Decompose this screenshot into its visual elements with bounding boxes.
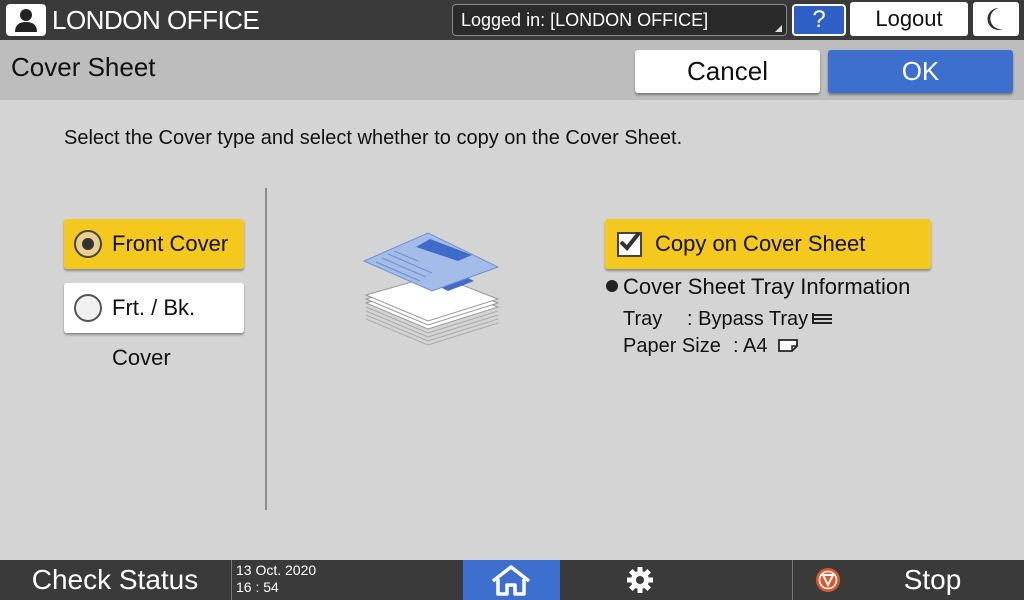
paper-size-label: Paper Size [623, 335, 721, 357]
office-name: LONDON OFFICE [52, 5, 260, 35]
radio-selected-icon [74, 230, 102, 258]
bottom-separator [792, 560, 793, 600]
bypass-tray-icon [812, 313, 833, 324]
gear-icon [627, 567, 653, 593]
radio-unselected-icon [74, 294, 102, 322]
copy-on-cover-sheet-label: Copy on Cover Sheet [655, 231, 866, 256]
settings-button[interactable] [620, 566, 660, 594]
dropdown-corner-icon [775, 25, 782, 32]
tray-label: Tray [623, 308, 663, 330]
copy-on-cover-sheet-checkbox[interactable]: Copy on Cover Sheet [605, 219, 931, 269]
home-icon [491, 565, 531, 596]
paper-size-row: Paper Size : A4 [623, 335, 799, 358]
paper-orientation-icon [778, 339, 799, 352]
cancel-button[interactable]: Cancel [635, 50, 820, 93]
page-title: Cover Sheet [11, 52, 156, 82]
tray-row: Tray : Bypass Tray [623, 308, 833, 331]
tray-value: : Bypass Tray [687, 308, 834, 331]
night-mode-button[interactable] [973, 2, 1019, 36]
section-divider [265, 188, 267, 510]
home-button[interactable] [463, 560, 560, 600]
check-status-button[interactable]: Check Status [0, 560, 230, 600]
stop-button[interactable]: Stop [880, 560, 985, 600]
checkbox-checked-icon [617, 231, 642, 257]
front-cover-label: Front Cover [112, 231, 229, 256]
tray-info-title-text: Cover Sheet Tray Information [623, 274, 911, 299]
front-back-cover-label: Frt. / Bk. Cover [112, 295, 196, 370]
login-status-dropdown[interactable]: Logged in: [LONDON OFFICE] [452, 4, 787, 36]
moon-icon [987, 7, 1003, 30]
help-button[interactable]: ? [792, 4, 846, 36]
header-bar: Cover Sheet Cancel OK [0, 40, 1024, 100]
bottom-bar: Check Status 13 Oct. 2020 16 : 54 Stop [0, 560, 1024, 600]
bottom-separator [231, 560, 232, 600]
user-icon[interactable] [6, 4, 46, 36]
date-time-display: 13 Oct. 2020 16 : 54 [236, 562, 316, 596]
stop-icon [816, 568, 840, 592]
paper-size-value: : A4 [733, 335, 801, 358]
date-text: 13 Oct. 2020 [236, 562, 317, 578]
tray-value-text: : Bypass Tray [687, 308, 809, 330]
top-bar: LONDON OFFICE Logged in: [LONDON OFFICE]… [0, 0, 1024, 40]
front-back-cover-option[interactable]: Frt. / Bk. Cover [64, 283, 244, 370]
time-text: 16 : 54 [236, 579, 279, 595]
paper-size-value-text: : A4 [733, 335, 768, 357]
tray-info-heading: Cover Sheet Tray Information [606, 274, 910, 300]
stop-button-icon-area[interactable] [812, 566, 844, 594]
front-cover-option[interactable]: Front Cover [64, 219, 244, 269]
logout-button[interactable]: Logout [850, 2, 968, 36]
ok-button[interactable]: OK [828, 50, 1013, 93]
instruction-text: Select the Cover type and select whether… [64, 127, 683, 149]
cover-sheet-illustration-icon [360, 225, 505, 355]
login-status-text: Logged in: [LONDON OFFICE] [461, 10, 709, 30]
bullet-icon [606, 280, 618, 292]
